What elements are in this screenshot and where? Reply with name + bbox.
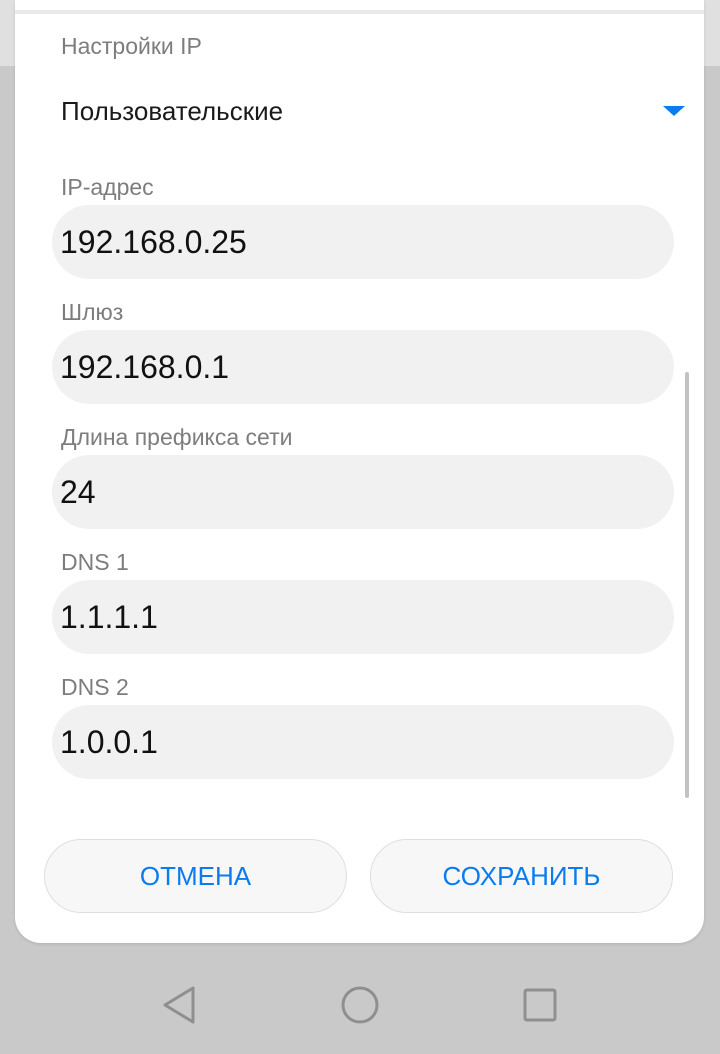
- dropdown-arrow-icon: [663, 106, 685, 116]
- recents-button[interactable]: [490, 950, 590, 1049]
- home-button[interactable]: [310, 950, 410, 1049]
- ip-address-label: IP-адрес: [61, 174, 154, 200]
- cancel-button[interactable]: ОТМЕНА: [44, 839, 347, 913]
- prefix-length-field[interactable]: [52, 455, 674, 529]
- ip-address-field[interactable]: [52, 205, 674, 279]
- square-recents-icon: [523, 988, 557, 1022]
- ip-settings-dropdown[interactable]: Пользовательские: [61, 78, 685, 144]
- dns2-field[interactable]: [52, 705, 674, 779]
- system-navigation-bar: [0, 950, 720, 1049]
- ip-settings-dialog: Настройки IP Пользовательские IP-адрес Ш…: [15, 0, 704, 943]
- dns2-label: DNS 2: [61, 674, 129, 700]
- dialog-scrollbar[interactable]: [685, 372, 689, 798]
- save-button[interactable]: СОХРАНИТЬ: [370, 839, 673, 913]
- circle-home-icon: [341, 986, 379, 1024]
- ip-settings-label: Настройки IP: [61, 33, 202, 59]
- gateway-field[interactable]: [52, 330, 674, 404]
- prefix-length-label: Длина префикса сети: [61, 424, 293, 450]
- gateway-label: Шлюз: [61, 299, 124, 325]
- back-button[interactable]: [130, 950, 230, 1049]
- triangle-back-icon: [163, 986, 195, 1024]
- dns1-field[interactable]: [52, 580, 674, 654]
- dns1-label: DNS 1: [61, 549, 129, 575]
- ip-settings-selected-value: Пользовательские: [61, 95, 284, 126]
- dialog-divider: [15, 10, 704, 14]
